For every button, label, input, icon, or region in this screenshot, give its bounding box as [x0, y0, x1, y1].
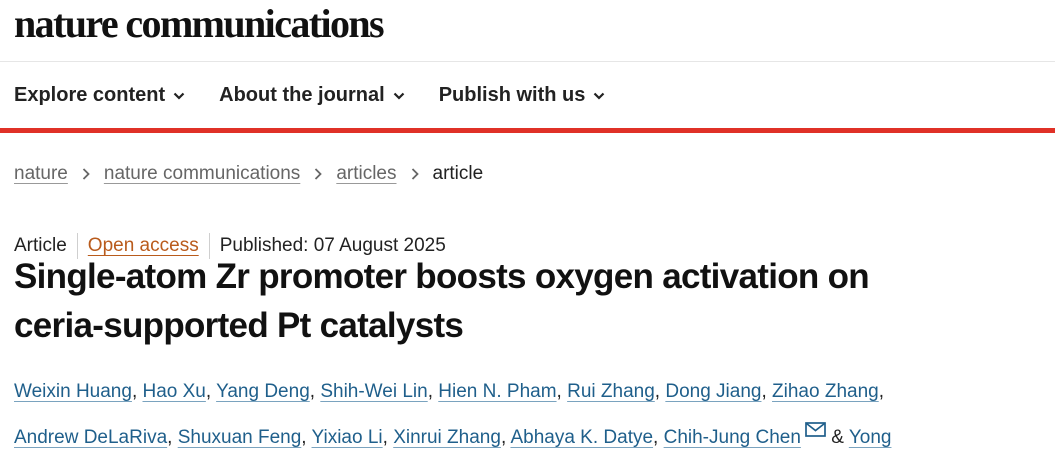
breadcrumb-nature[interactable]: nature — [14, 163, 68, 185]
author-link[interactable]: Xinrui Zhang — [393, 427, 501, 448]
author-separator: , — [878, 381, 884, 402]
nav-publish-with-us[interactable]: Publish with us — [439, 84, 606, 107]
chevron-right-icon — [410, 167, 420, 181]
author-separator: , — [167, 427, 173, 448]
author-link[interactable]: Yong — [849, 427, 892, 448]
author-link[interactable]: Hien N. Pham — [438, 381, 556, 402]
author-link[interactable]: Chih-Jung Chen — [664, 427, 801, 448]
author-link[interactable]: Zihao Zhang — [772, 381, 879, 402]
chevron-right-icon — [81, 167, 91, 181]
author-link[interactable]: Dong Jiang — [665, 381, 761, 402]
main-nav: Explore content About the journal Publis… — [14, 84, 605, 107]
final-author-separator: & — [831, 427, 844, 448]
author-separator: , — [654, 381, 661, 402]
chevron-right-icon — [313, 167, 323, 181]
breadcrumb-articles[interactable]: articles — [336, 163, 396, 185]
author-link[interactable]: Yixiao Li — [312, 427, 383, 448]
author-separator: , — [205, 381, 212, 402]
nav-about-journal-label: About the journal — [219, 84, 385, 106]
author-list: Weixin Huang, Hao Xu, Yang Deng, Shih-We… — [14, 372, 1044, 458]
nav-publish-with-us-label: Publish with us — [438, 84, 586, 106]
author-separator: , — [301, 427, 307, 448]
site-logo[interactable]: nature communications — [14, 4, 385, 44]
header-divider — [0, 61, 1055, 62]
breadcrumb-nature-communications[interactable]: nature communications — [104, 163, 300, 185]
author-link[interactable]: Shih-Wei Lin — [320, 381, 427, 402]
author-separator: , — [309, 381, 316, 402]
author-separator: , — [131, 381, 138, 402]
brand-red-bar — [0, 128, 1055, 133]
article-title-line-1: Single-atom Zr promoter boosts oxygen ac… — [14, 257, 870, 296]
author-link[interactable]: Abhaya K. Datye — [510, 427, 653, 448]
author-link[interactable]: Rui Zhang — [567, 381, 655, 402]
author-separator: , — [761, 381, 767, 402]
author-separator: , — [427, 381, 433, 402]
author-link[interactable]: Andrew DeLaRiva — [14, 427, 167, 448]
author-link[interactable]: Weixin Huang — [14, 381, 132, 402]
article-title-line-2: ceria-supported Pt catalysts — [14, 306, 464, 345]
author-separator: , — [653, 427, 659, 448]
chevron-down-icon — [173, 90, 185, 102]
site-header: nature communications — [14, 0, 385, 62]
chevron-down-icon — [593, 90, 605, 102]
breadcrumb: nature nature communications articles ar… — [14, 163, 483, 185]
article-title: Single-atom Zr promoter boosts oxygen ac… — [14, 252, 1014, 350]
mail-icon[interactable] — [805, 412, 826, 437]
author-separator: , — [500, 427, 507, 448]
nav-explore-content[interactable]: Explore content — [14, 84, 185, 107]
author-separator: , — [556, 381, 562, 402]
breadcrumb-current: article — [432, 163, 484, 184]
nav-about-journal[interactable]: About the journal — [219, 84, 405, 107]
chevron-down-icon — [393, 90, 405, 102]
nav-explore-content-label: Explore content — [14, 84, 166, 106]
author-link[interactable]: Shuxuan Feng — [178, 427, 302, 448]
author-link[interactable]: Yang Deng — [216, 381, 310, 402]
author-link[interactable]: Hao Xu — [143, 381, 206, 402]
author-separator: , — [382, 427, 388, 448]
